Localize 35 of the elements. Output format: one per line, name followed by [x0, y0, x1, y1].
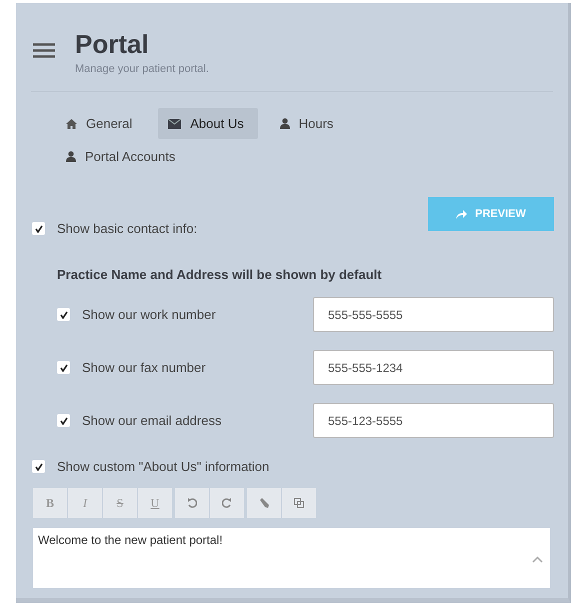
share-icon [456, 210, 468, 218]
pencil-icon [259, 498, 269, 508]
undo-button[interactable] [175, 488, 209, 518]
redo-button[interactable] [210, 488, 244, 518]
person-icon [280, 118, 290, 129]
home-icon [66, 118, 77, 128]
pencil-button[interactable] [247, 488, 281, 518]
input-field[interactable]: 555-123-5555 [313, 403, 554, 438]
checkbox-label: Show our fax number [82, 360, 206, 375]
tab[interactable]: Portal Accounts [56, 141, 258, 172]
checkbox-label: Show custom "About Us" information [57, 459, 270, 474]
person-icon [66, 151, 76, 162]
checkbox[interactable] [57, 361, 70, 374]
page-title: Portal [75, 29, 150, 60]
checkbox[interactable] [57, 414, 70, 427]
tab[interactable]: General [56, 108, 146, 139]
text-editor[interactable]: Welcome to the new patient portal! [33, 528, 550, 588]
redo-icon [222, 498, 232, 508]
envelope-icon [168, 118, 182, 128]
copy-icon [294, 498, 304, 508]
menu-icon[interactable] [33, 43, 55, 58]
info-note: Practice Name and Address will be shown by default [57, 267, 383, 282]
tab[interactable]: About Us [158, 108, 258, 139]
checkbox[interactable] [32, 460, 45, 473]
page-subtitle: Manage your patient portal. [75, 63, 209, 75]
input-field[interactable]: 555-555-1234 [313, 350, 554, 385]
checkbox-label: Show our work number [82, 307, 216, 322]
copy-button[interactable] [282, 488, 316, 518]
checkbox-label: Show basic contact info: [57, 221, 198, 236]
tab[interactable]: Hours [270, 108, 348, 139]
checkbox[interactable] [57, 308, 70, 321]
checkbox[interactable] [32, 222, 45, 235]
undo-icon [187, 498, 197, 508]
checkbox-label: Show our email address [82, 413, 222, 428]
input-field[interactable]: 555-555-5555 [313, 297, 554, 332]
